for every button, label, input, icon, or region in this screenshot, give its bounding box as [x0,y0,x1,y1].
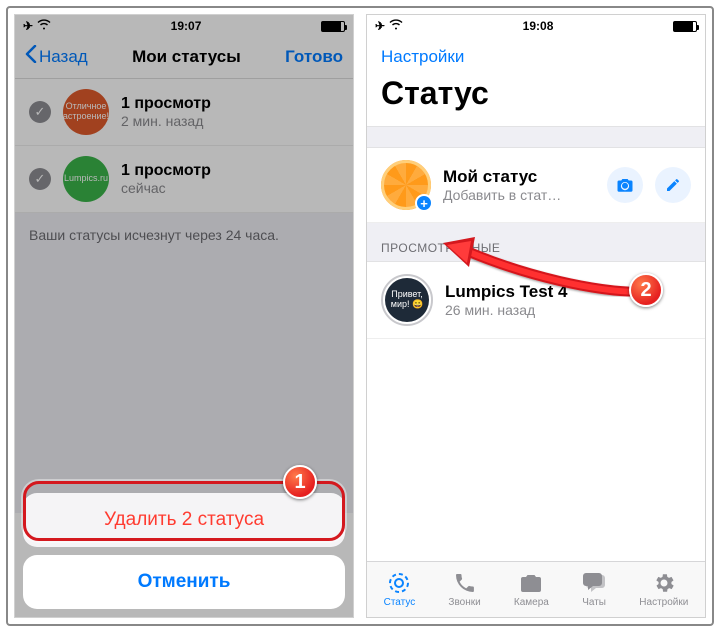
status-row[interactable]: ✓ Отличное настроение!!! 1 просмотр 2 ми… [15,79,353,146]
status-row[interactable]: ✓ Lumpics.ru 1 просмотр сейчас [15,146,353,213]
checkmark-icon[interactable]: ✓ [29,101,51,123]
airplane-icon: ✈ [23,19,33,33]
tab-status[interactable]: Статус [384,571,416,608]
back-button[interactable]: Назад [25,45,88,68]
clock: 19:08 [523,19,554,33]
tab-label: Звонки [448,597,480,608]
pencil-status-button[interactable] [655,167,691,203]
tab-camera[interactable]: Камера [514,571,549,608]
tab-bar: Статус Звонки Камера Чаты Настройки [367,561,705,617]
done-button[interactable]: Готово [285,47,343,67]
tab-chats[interactable]: Чаты [582,571,606,608]
wifi-icon [389,19,403,33]
my-status-title: Мой статус [443,167,595,187]
tab-label: Статус [384,597,416,608]
tab-label: Камера [514,597,549,608]
tab-calls[interactable]: Звонки [448,571,480,608]
chevron-left-icon [25,45,37,68]
back-label: Назад [39,47,88,67]
annotation-marker-1: 1 [283,465,317,499]
nav-title: Мои статусы [132,47,241,67]
wifi-icon [37,19,51,33]
status-avatar: Lumpics.ru [63,156,109,202]
annotation-arrow [437,237,657,322]
status-list: ✓ Отличное настроение!!! 1 просмотр 2 ми… [15,79,353,213]
annotation-marker-2: 2 [629,273,663,307]
screenshot-status-tab: ✈ 19:08 Настройки Статус + Мой статус До… [366,14,706,618]
status-views: 1 просмотр [121,162,211,180]
tab-label: Чаты [582,597,606,608]
checkmark-icon[interactable]: ✓ [29,168,51,190]
status-avatar: Отличное настроение!!! [63,89,109,135]
tab-settings[interactable]: Настройки [639,571,688,608]
status-views: 1 просмотр [121,95,211,113]
page-title: Статус [367,71,705,126]
clock: 19:07 [171,19,202,33]
settings-link[interactable]: Настройки [367,37,705,71]
cancel-button[interactable]: Отменить [23,555,345,609]
my-status-avatar: + [381,160,431,210]
screenshot-delete-sheet: ✈ 19:07 Назад Мои статусы Готово ✓ Отлич… [14,14,354,618]
airplane-icon: ✈ [375,19,385,33]
status-time: сейчас [121,180,211,196]
add-status-plus-icon[interactable]: + [415,194,433,212]
my-status-subtitle: Добавить в стат… [443,187,595,203]
separator [367,126,705,148]
nav-bar: Назад Мои статусы Готово [15,37,353,79]
camera-status-button[interactable] [607,167,643,203]
battery-icon [673,21,697,32]
my-status-row[interactable]: + Мой статус Добавить в стат… [367,148,705,223]
status-bar: ✈ 19:08 [367,15,705,37]
status-time: 2 мин. назад [121,113,211,129]
viewed-avatar: Привет, мир! 😀 [381,274,433,326]
status-bar: ✈ 19:07 [15,15,353,37]
tab-label: Настройки [639,597,688,608]
battery-icon [321,21,345,32]
